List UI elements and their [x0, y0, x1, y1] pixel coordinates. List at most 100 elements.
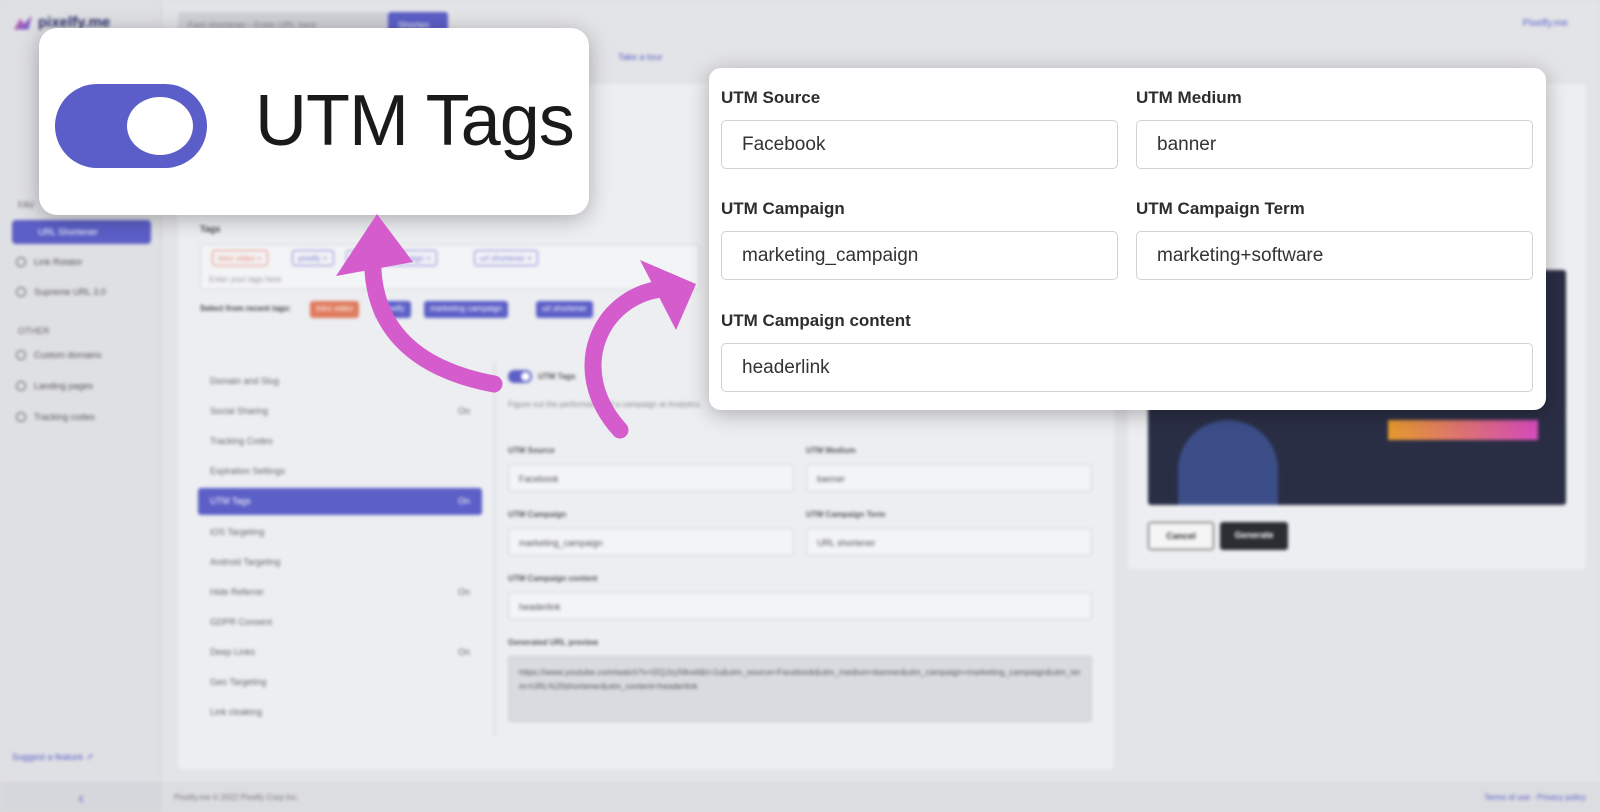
- thumbnail-bar: [1388, 420, 1538, 440]
- recent-tags-label: Select from recent tags:: [200, 304, 292, 313]
- utm-campaign-field-small[interactable]: marketing_campaign: [508, 528, 794, 556]
- utm-fields-callout: UTM Source UTM Medium UTM Campaign UTM C…: [709, 68, 1546, 410]
- thumbnail-shape: [1178, 420, 1278, 505]
- utm-tags-title: UTM Tags: [255, 81, 575, 161]
- menu-item-tracking-codes[interactable]: Tracking Codes: [198, 428, 482, 455]
- menu-item-label: Tracking Codes: [210, 436, 273, 446]
- cancel-button[interactable]: Cancel: [1148, 522, 1214, 550]
- utm-source-label-small: UTM Source: [508, 446, 555, 455]
- tags-label: Tags: [200, 224, 221, 234]
- menu-item-gdpr-consent[interactable]: GDPR Consent: [198, 609, 482, 636]
- utm-source-field-small[interactable]: Facebook: [508, 464, 794, 492]
- menu-item-social-sharing[interactable]: Social Sharing On: [198, 398, 482, 425]
- utm-medium-field[interactable]: [1136, 120, 1533, 169]
- tag-chip[interactable]: intro video ×: [212, 250, 268, 266]
- utm-medium-label: UTM Medium: [1136, 88, 1242, 107]
- sidebar-item-label: Custom domains: [34, 350, 102, 360]
- url-preview-field[interactable]: https://www.youtube.com/watch?v=l2QJzy58…: [508, 656, 1092, 722]
- recent-tag-chip[interactable]: url shortener: [536, 301, 593, 318]
- menu-item-hide-referrer[interactable]: Hide Referrer On: [198, 579, 482, 606]
- utm-term-label-small: UTM Campaign Term: [806, 510, 886, 519]
- recent-tag-chip[interactable]: intro video: [310, 301, 359, 318]
- menu-item-label: Deep Links: [210, 647, 256, 657]
- menu-item-deep-links[interactable]: Deep Links On: [198, 639, 482, 666]
- toggle-knob: [127, 97, 193, 155]
- sidebar-item-landing-pages[interactable]: Landing pages: [16, 381, 93, 391]
- utm-campaign-label-small: UTM Campaign: [508, 510, 567, 519]
- menu-item-link-cloaking[interactable]: Link cloaking: [198, 699, 482, 726]
- chevron-left-icon: ‹: [78, 790, 84, 807]
- landing-pages-icon: [16, 381, 26, 391]
- utm-content-field-small[interactable]: headerlink: [508, 592, 1092, 620]
- menu-item-label: Android Targeting: [210, 557, 281, 567]
- menu-item-label: GDPR Consent: [210, 617, 273, 627]
- take-tour-link[interactable]: Take a tour: [618, 52, 663, 62]
- menu-item-expiration[interactable]: Expiration Settings: [198, 458, 482, 485]
- menu-item-domain-slug[interactable]: Domain and Slug: [198, 368, 482, 395]
- home-icon: [16, 350, 26, 360]
- sidebar-section-other: OTHER: [18, 326, 50, 336]
- sidebar-collapse-button[interactable]: ‹: [0, 782, 162, 812]
- tag-chip[interactable]: pixelfy ×: [292, 250, 334, 266]
- footer: Pixelfy.me © 2022 Pixelfy Corp Inc. Term…: [162, 782, 1600, 812]
- utm-toggle-callout: UTM Tags: [39, 28, 589, 215]
- sidebar-item-label: Landing pages: [34, 381, 94, 391]
- utm-content-label: UTM Campaign content: [721, 311, 911, 330]
- external-link-icon: ↗: [85, 752, 94, 762]
- url-preview-label: Generated URL preview: [508, 638, 599, 647]
- recent-tag-chip[interactable]: pixelfy: [376, 301, 411, 318]
- sidebar-item-link-rotator[interactable]: Link Rotator: [16, 257, 83, 267]
- menu-item-utm-tags[interactable]: UTM Tags On: [198, 488, 482, 515]
- utm-campaign-field[interactable]: [721, 231, 1118, 280]
- footer-links[interactable]: Terms of use - Privacy policy: [1484, 793, 1586, 802]
- sidebar-item-url-shortener[interactable]: URL Shortener: [12, 220, 151, 244]
- utm-source-field[interactable]: [721, 120, 1118, 169]
- utm-medium-label-small: UTM Medium: [806, 446, 856, 455]
- menu-item-label: iOS Targeting: [210, 527, 265, 537]
- menu-item-ios-targeting[interactable]: iOS Targeting: [198, 519, 482, 546]
- utm-tags-toggle[interactable]: [55, 84, 207, 168]
- suggest-label: Suggest a feature: [12, 752, 84, 762]
- menu-item-state: On: [457, 587, 470, 597]
- menu-item-label: UTM Tags: [210, 496, 251, 506]
- utm-medium-field-small[interactable]: banner: [806, 464, 1092, 492]
- menu-item-state: On: [457, 406, 470, 416]
- menu-item-state: On: [457, 647, 470, 657]
- sidebar-section-fav: FAV: [18, 200, 35, 210]
- link-rotator-icon: [16, 257, 26, 267]
- menu-item-geo-targeting[interactable]: Geo Targeting: [198, 669, 482, 696]
- menu-item-label: Social Sharing: [210, 406, 269, 416]
- menu-item-label: Hide Referrer: [210, 587, 265, 597]
- tags-placeholder: Enter your tags here: [209, 275, 282, 284]
- utm-term-field[interactable]: [1136, 231, 1533, 280]
- recent-tag-chip[interactable]: marketing campaign: [424, 301, 509, 318]
- utm-tags-toggle-small[interactable]: [508, 370, 532, 383]
- sidebar-item-label: Supreme URL 3.0: [34, 287, 106, 297]
- menu-item-android-targeting[interactable]: Android Targeting: [198, 549, 482, 576]
- supreme-url-icon: [16, 287, 26, 297]
- utm-content-field[interactable]: [721, 343, 1533, 392]
- pixelfy-logo-icon: [14, 15, 32, 30]
- utm-term-field-small[interactable]: URL shortener: [806, 528, 1092, 556]
- menu-item-label: Domain and Slug: [210, 376, 280, 386]
- suggest-feature-link[interactable]: Suggest a feature ↗: [12, 752, 93, 763]
- code-icon: [16, 412, 26, 422]
- tag-chip[interactable]: marketing campaign ×: [346, 250, 437, 266]
- account-menu[interactable]: Pixelfy.me: [1523, 18, 1568, 29]
- sidebar-item-label: Tracking codes: [34, 412, 95, 422]
- sidebar-item-custom-domains[interactable]: Custom domains: [16, 350, 102, 360]
- divider: [494, 362, 495, 737]
- utm-content-label-small: UTM Campaign content: [508, 574, 598, 583]
- utm-source-label: UTM Source: [721, 88, 821, 107]
- generate-button[interactable]: Generate: [1220, 522, 1288, 550]
- menu-item-label: Geo Targeting: [210, 677, 267, 687]
- tag-chip[interactable]: url shortener ×: [474, 250, 538, 266]
- tags-input[interactable]: Enter your tags here: [200, 244, 700, 290]
- menu-item-state: On: [457, 496, 470, 506]
- sidebar-item-tracking-codes[interactable]: Tracking codes: [16, 412, 95, 422]
- sidebar-item-label: Link Rotator: [34, 257, 83, 267]
- utm-term-label: UTM Campaign Term: [1136, 199, 1305, 218]
- menu-item-label: Link cloaking: [210, 707, 263, 717]
- sidebar-item-supreme-url[interactable]: Supreme URL 3.0: [16, 287, 106, 297]
- utm-campaign-label: UTM Campaign: [721, 199, 845, 218]
